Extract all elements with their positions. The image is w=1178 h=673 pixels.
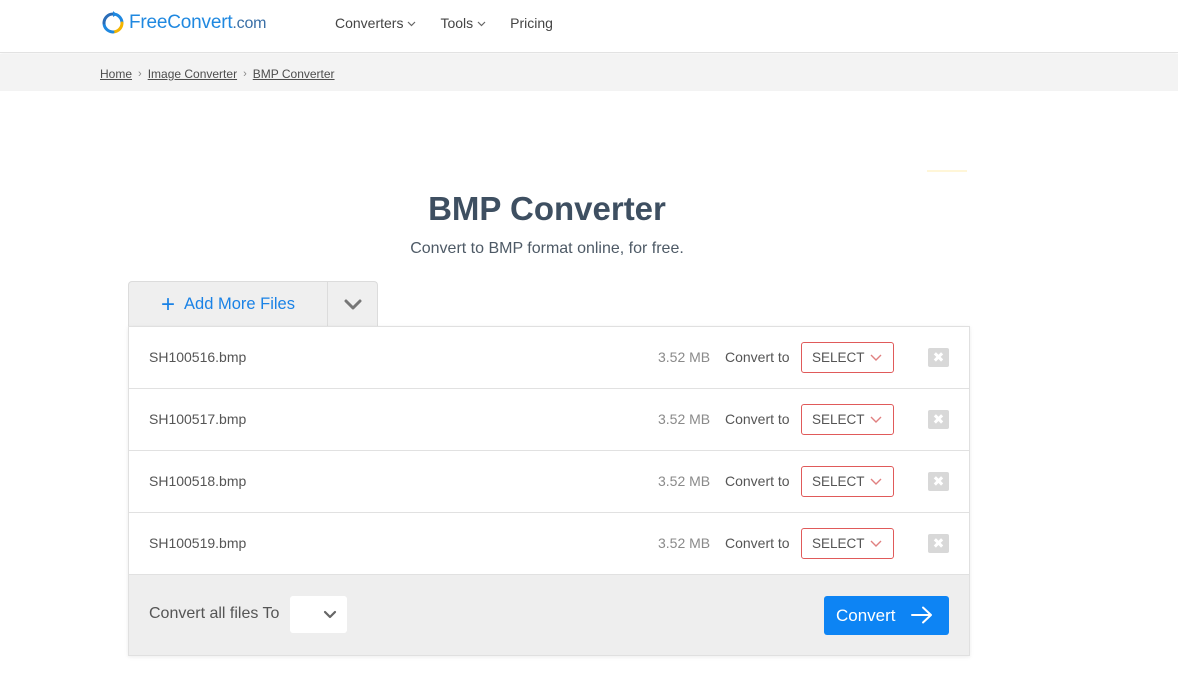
file-row: SH100516.bmp 3.52 MB Convert to SELECT ✖ — [129, 327, 969, 389]
main-nav: Converters Tools Pricing — [335, 0, 577, 46]
breadcrumb-bar: Home › Image Converter › BMP Converter — [0, 54, 1178, 91]
add-more-files-label: Add More Files — [184, 295, 295, 313]
breadcrumb-separator: › — [243, 68, 247, 80]
file-name: SH100518.bmp — [149, 473, 247, 489]
add-files-dropdown-button[interactable] — [328, 282, 377, 327]
file-size: 3.52 MB — [658, 411, 711, 427]
decorative-line — [927, 170, 967, 172]
file-size: 3.52 MB — [658, 473, 711, 489]
nav-tools[interactable]: Tools — [440, 15, 486, 31]
top-header: FreeConvert.com Converters Tools Pricing — [0, 0, 1178, 53]
format-select[interactable]: SELECT — [801, 528, 894, 559]
page-subtitle: Convert to BMP format online, for free. — [410, 240, 684, 257]
breadcrumb-separator: › — [138, 68, 142, 80]
logo-com: .com — [232, 15, 267, 32]
format-select[interactable]: SELECT — [801, 466, 894, 497]
chevron-down-icon — [870, 540, 882, 547]
convert-to-label: Convert to — [725, 473, 790, 489]
chevron-down-icon — [870, 478, 882, 485]
format-select[interactable]: SELECT — [801, 404, 894, 435]
format-select-label: SELECT — [812, 350, 865, 365]
format-select-label: SELECT — [812, 536, 865, 551]
remove-file-icon[interactable]: ✖ — [928, 410, 949, 429]
nav-converters-label: Converters — [335, 15, 404, 31]
breadcrumb-home[interactable]: Home — [100, 67, 132, 81]
plus-icon: + — [161, 290, 176, 318]
file-name: SH100517.bmp — [149, 411, 247, 427]
breadcrumb-bmp-converter[interactable]: BMP Converter — [253, 67, 335, 81]
arrow-right-icon — [911, 606, 932, 624]
convert-button-label: Convert — [836, 605, 896, 625]
chevron-down-icon — [323, 610, 337, 618]
remove-file-icon[interactable]: ✖ — [928, 472, 949, 491]
file-size: 3.52 MB — [658, 349, 711, 365]
convert-to-label: Convert to — [725, 535, 790, 551]
nav-converters[interactable]: Converters — [335, 15, 416, 31]
convert-button[interactable]: Convert — [824, 596, 949, 635]
logo-convert: Convert — [167, 12, 233, 33]
logo-text: FreeConvert.com — [129, 12, 266, 34]
convert-all-select[interactable] — [290, 596, 347, 633]
nav-pricing-label: Pricing — [510, 15, 553, 31]
logo-free: Free — [129, 12, 168, 33]
breadcrumb-image-converter[interactable]: Image Converter — [148, 67, 237, 81]
breadcrumb: Home › Image Converter › BMP Converter — [100, 67, 335, 81]
convert-all-label: Convert all files To — [149, 605, 280, 622]
file-size: 3.52 MB — [658, 535, 711, 551]
nav-tools-label: Tools — [440, 15, 474, 31]
convert-to-label: Convert to — [725, 349, 790, 365]
add-files-tab: + Add More Files — [128, 281, 378, 327]
convert-footer: Convert all files To Convert — [129, 575, 969, 655]
file-name: SH100519.bmp — [149, 535, 247, 551]
format-select-label: SELECT — [812, 412, 865, 427]
convert-to-label: Convert to — [725, 411, 790, 427]
file-list-panel: SH100516.bmp 3.52 MB Convert to SELECT ✖… — [128, 326, 970, 656]
chevron-down-icon — [344, 299, 361, 309]
chevron-down-icon — [870, 416, 882, 423]
freeconvert-logo[interactable]: FreeConvert.com — [101, 10, 266, 36]
file-row: SH100519.bmp 3.52 MB Convert to SELECT ✖ — [129, 513, 969, 575]
chevron-down-icon — [408, 21, 416, 27]
nav-pricing[interactable]: Pricing — [510, 15, 553, 31]
format-select[interactable]: SELECT — [801, 342, 894, 373]
add-more-files-button[interactable]: + Add More Files — [129, 282, 328, 327]
chevron-down-icon — [477, 21, 486, 27]
remove-file-icon[interactable]: ✖ — [928, 348, 949, 367]
file-row: SH100517.bmp 3.52 MB Convert to SELECT ✖ — [129, 389, 969, 451]
file-row: SH100518.bmp 3.52 MB Convert to SELECT ✖ — [129, 451, 969, 513]
remove-file-icon[interactable]: ✖ — [928, 534, 949, 553]
page-title: BMP Converter — [428, 190, 666, 227]
file-name: SH100516.bmp — [149, 349, 247, 365]
chevron-down-icon — [870, 354, 882, 361]
format-select-label: SELECT — [812, 474, 865, 489]
refresh-logo-icon — [102, 11, 124, 34]
